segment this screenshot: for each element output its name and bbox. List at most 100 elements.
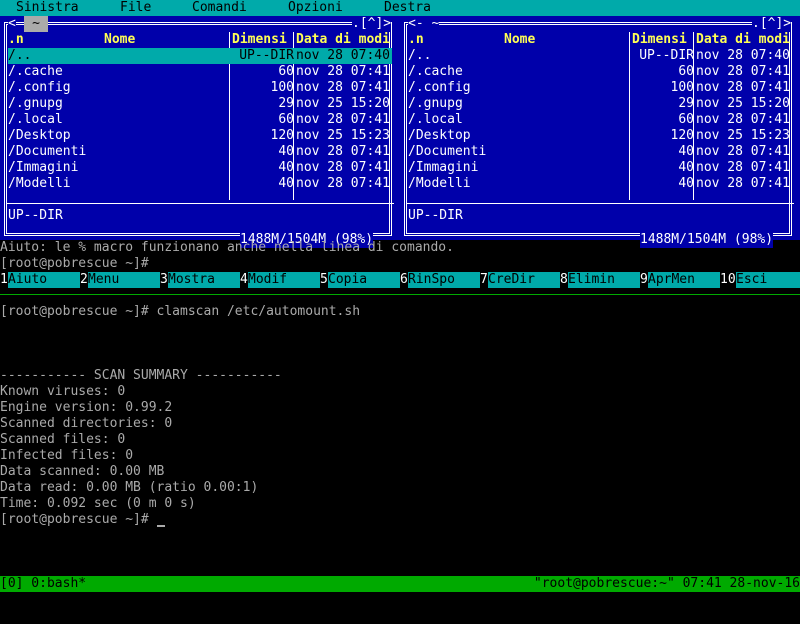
left-header-size[interactable]: Dimensi bbox=[232, 32, 292, 48]
file-name: /.local bbox=[8, 112, 63, 127]
left-panel-history-button[interactable]: ~ bbox=[24, 16, 48, 32]
file-date: nov 28 07:41 bbox=[696, 64, 790, 79]
file-date: nov 25 15:23 bbox=[296, 128, 390, 143]
fkey-label: Elimin bbox=[568, 272, 640, 288]
file-date: nov 28 07:40 bbox=[296, 48, 390, 63]
fkey-label: Aiuto bbox=[8, 272, 80, 288]
file-name: /Desktop bbox=[408, 128, 471, 143]
menu-opzioni[interactable]: Opzioni bbox=[288, 0, 343, 16]
left-file-row[interactable]: /Documenti 40 nov 28 07:41 bbox=[8, 144, 392, 160]
right-file-row[interactable]: /.. UP--DIR nov 28 07:40 bbox=[408, 48, 792, 64]
summary-line: Time: 0.092 sec (0 m 0 s) bbox=[0, 496, 196, 511]
fkey-7[interactable]: 7 CreDir bbox=[480, 272, 560, 288]
menu-comandi[interactable]: Comandi bbox=[192, 0, 247, 16]
left-file-row[interactable]: /.. UP--DIR nov 28 07:40 bbox=[8, 48, 392, 64]
fkey-3[interactable]: 3 Mostra bbox=[160, 272, 240, 288]
fkey-number: 6 bbox=[400, 272, 408, 287]
fkey-5[interactable]: 5 Copia bbox=[320, 272, 400, 288]
terminal-command-line: [root@pobrescue ~]# clamscan /etc/automo… bbox=[0, 304, 361, 319]
right-file-row[interactable]: /.local 60 nov 28 07:41 bbox=[408, 112, 792, 128]
right-header-name[interactable]: Nome bbox=[504, 32, 552, 48]
fkey-label: Mostra bbox=[168, 272, 240, 288]
fkey-label: AprMen bbox=[648, 272, 720, 288]
fkey-number: 10 bbox=[720, 272, 736, 287]
file-date: nov 25 15:23 bbox=[696, 128, 790, 143]
fkey-9[interactable]: 9 AprMen bbox=[640, 272, 720, 288]
text-cursor bbox=[156, 512, 165, 527]
scan-summary-header: ----------- SCAN SUMMARY ----------- bbox=[0, 368, 282, 383]
right-sort-indicator[interactable]: .n bbox=[408, 32, 448, 48]
fkey-label: Menu bbox=[88, 272, 160, 288]
fkey-number: 4 bbox=[240, 272, 248, 287]
file-size: 40 bbox=[678, 160, 694, 175]
mc-command-prompt[interactable]: [root@pobrescue ~]# bbox=[0, 256, 800, 272]
file-date: nov 28 07:41 bbox=[296, 160, 390, 175]
right-panel-caption-right[interactable]: .[^]> bbox=[752, 16, 792, 32]
left-panel-caption-right[interactable]: .[^]> bbox=[352, 16, 392, 32]
right-file-row[interactable]: /.config 100 nov 28 07:41 bbox=[408, 80, 792, 96]
fkey-number: 5 bbox=[320, 272, 328, 287]
right-file-row[interactable]: /Immagini 40 nov 28 07:41 bbox=[408, 160, 792, 176]
file-date: nov 28 07:40 bbox=[696, 48, 790, 63]
left-file-panel[interactable]: < ~ .[^]> .n Nome Dimensi Data di modi /… bbox=[0, 16, 400, 248]
summary-line: Infected files: 0 bbox=[0, 448, 134, 463]
file-date: nov 28 07:41 bbox=[296, 64, 390, 79]
right-file-row[interactable]: /.gnupg 29 nov 25 15:20 bbox=[408, 96, 792, 112]
file-name: /Immagini bbox=[8, 160, 79, 175]
summary-line: Scanned files: 0 bbox=[0, 432, 126, 447]
left-file-row[interactable]: /.local 60 nov 28 07:41 bbox=[8, 112, 392, 128]
left-file-row[interactable]: /Desktop 120 nov 25 15:23 bbox=[8, 128, 392, 144]
left-sort-indicator[interactable]: .n bbox=[8, 32, 48, 48]
fkey-2[interactable]: 2 Menu bbox=[80, 272, 160, 288]
file-size: 60 bbox=[278, 112, 294, 127]
file-size: 40 bbox=[678, 176, 694, 191]
terminal-final-prompt[interactable]: [root@pobrescue ~]# bbox=[0, 512, 800, 528]
fkey-label: CreDir bbox=[488, 272, 560, 288]
right-file-panel[interactable]: <- ~ .[^]> .n Nome Dimensi Data di modi … bbox=[400, 16, 800, 248]
left-file-row[interactable]: /Immagini 40 nov 28 07:41 bbox=[8, 160, 392, 176]
right-file-row[interactable]: /Modelli 40 nov 28 07:41 bbox=[408, 176, 792, 192]
file-name: /.. bbox=[408, 48, 432, 63]
fkey-label: RinSpo bbox=[408, 272, 480, 288]
right-file-row[interactable]: /Desktop 120 nov 25 15:23 bbox=[408, 128, 792, 144]
menu-destra[interactable]: Destra bbox=[384, 0, 431, 16]
left-file-row[interactable]: /.config 100 nov 28 07:41 bbox=[8, 80, 392, 96]
file-size: 29 bbox=[278, 96, 294, 111]
right-panel-caption-left[interactable]: <- ~ bbox=[408, 16, 440, 32]
final-prompt-text: [root@pobrescue ~]# bbox=[0, 512, 157, 527]
fkey-4[interactable]: 4 Modif bbox=[240, 272, 320, 288]
right-file-row[interactable]: /Documenti 40 nov 28 07:41 bbox=[408, 144, 792, 160]
fkey-1[interactable]: 1 Aiuto bbox=[0, 272, 80, 288]
fkey-number: 8 bbox=[560, 272, 568, 287]
pane-divider bbox=[0, 294, 800, 295]
file-name: /Immagini bbox=[408, 160, 479, 175]
summary-line: Scanned directories: 0 bbox=[0, 416, 173, 431]
file-name: /.local bbox=[408, 112, 463, 127]
left-header-name[interactable]: Nome bbox=[104, 32, 152, 48]
file-date: nov 28 07:41 bbox=[296, 176, 390, 191]
file-date: nov 28 07:41 bbox=[296, 112, 390, 127]
file-size: 60 bbox=[278, 64, 294, 79]
right-header-date[interactable]: Data di modi bbox=[696, 32, 792, 48]
fkey-8[interactable]: 8 Elimin bbox=[560, 272, 640, 288]
fkey-number: 9 bbox=[640, 272, 648, 287]
file-size: 100 bbox=[670, 80, 694, 95]
file-size: 29 bbox=[678, 96, 694, 111]
left-header-date[interactable]: Data di modi bbox=[296, 32, 392, 48]
file-size: 40 bbox=[278, 176, 294, 191]
right-file-row[interactable]: /.cache 60 nov 28 07:41 bbox=[408, 64, 792, 80]
left-file-row[interactable]: /.gnupg 29 nov 25 15:20 bbox=[8, 96, 392, 112]
left-file-row[interactable]: /.cache 60 nov 28 07:41 bbox=[8, 64, 392, 80]
menu-sinistra[interactable]: Sinistra bbox=[16, 0, 79, 16]
file-date: nov 28 07:41 bbox=[696, 176, 790, 191]
tmux-window-list[interactable]: [0] 0:bash* bbox=[0, 576, 86, 592]
left-file-row[interactable]: /Modelli 40 nov 28 07:41 bbox=[8, 176, 392, 192]
right-header-size[interactable]: Dimensi bbox=[632, 32, 692, 48]
left-panel-status: UP--DIR bbox=[8, 208, 63, 223]
fkey-6[interactable]: 6 RinSpo bbox=[400, 272, 480, 288]
file-date: nov 25 15:20 bbox=[696, 96, 790, 111]
file-date: nov 28 07:41 bbox=[296, 80, 390, 95]
menu-file[interactable]: File bbox=[120, 0, 151, 16]
function-key-bar: 1 Aiuto 2 Menu 3 Mostra 4 Modif 5 Copia 6 RinSpo 7 Cr… bbox=[0, 272, 800, 288]
fkey-10[interactable]: 10 Esci bbox=[720, 272, 800, 288]
